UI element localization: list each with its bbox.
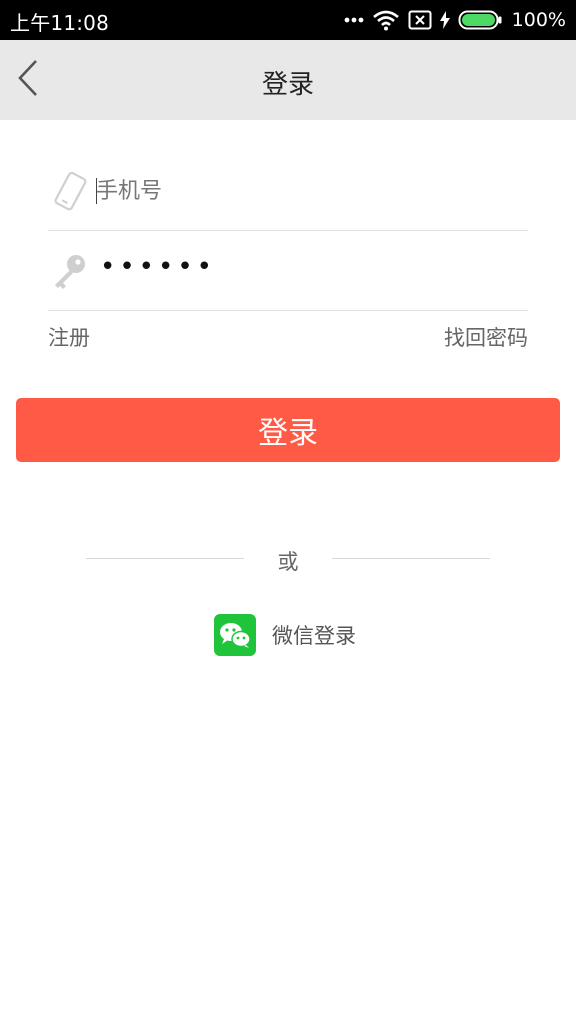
title-bar: 登录 xyxy=(0,40,576,120)
no-sim-icon xyxy=(408,10,432,30)
divider-text: 或 xyxy=(277,550,299,574)
wechat-login-button[interactable]: 微信登录 xyxy=(214,614,356,656)
charging-bolt-icon xyxy=(439,11,450,29)
wifi-icon xyxy=(372,9,400,31)
battery-icon xyxy=(458,10,502,30)
wechat-icon xyxy=(214,614,256,656)
status-icons: 100% xyxy=(344,8,566,32)
status-bar: 上午11:08 100% xyxy=(0,0,576,40)
page-title: 登录 xyxy=(261,70,314,100)
divider-line-right xyxy=(332,558,490,559)
battery-percent: 100% xyxy=(511,9,566,31)
phone-icon xyxy=(50,170,90,214)
recover-password-link[interactable]: 找回密码 xyxy=(444,322,528,352)
login-button[interactable]: 登录 xyxy=(16,398,560,462)
register-link[interactable]: 注册 xyxy=(48,322,90,352)
phone-field-row xyxy=(48,152,528,231)
password-input[interactable]: •••••• xyxy=(100,252,216,282)
phone-input[interactable] xyxy=(96,170,516,212)
status-time: 上午11:08 xyxy=(10,11,110,35)
more-dots-icon xyxy=(344,16,364,24)
password-field-row: •••••• xyxy=(48,232,528,311)
key-icon xyxy=(50,250,90,294)
wechat-login-label: 微信登录 xyxy=(272,624,356,648)
